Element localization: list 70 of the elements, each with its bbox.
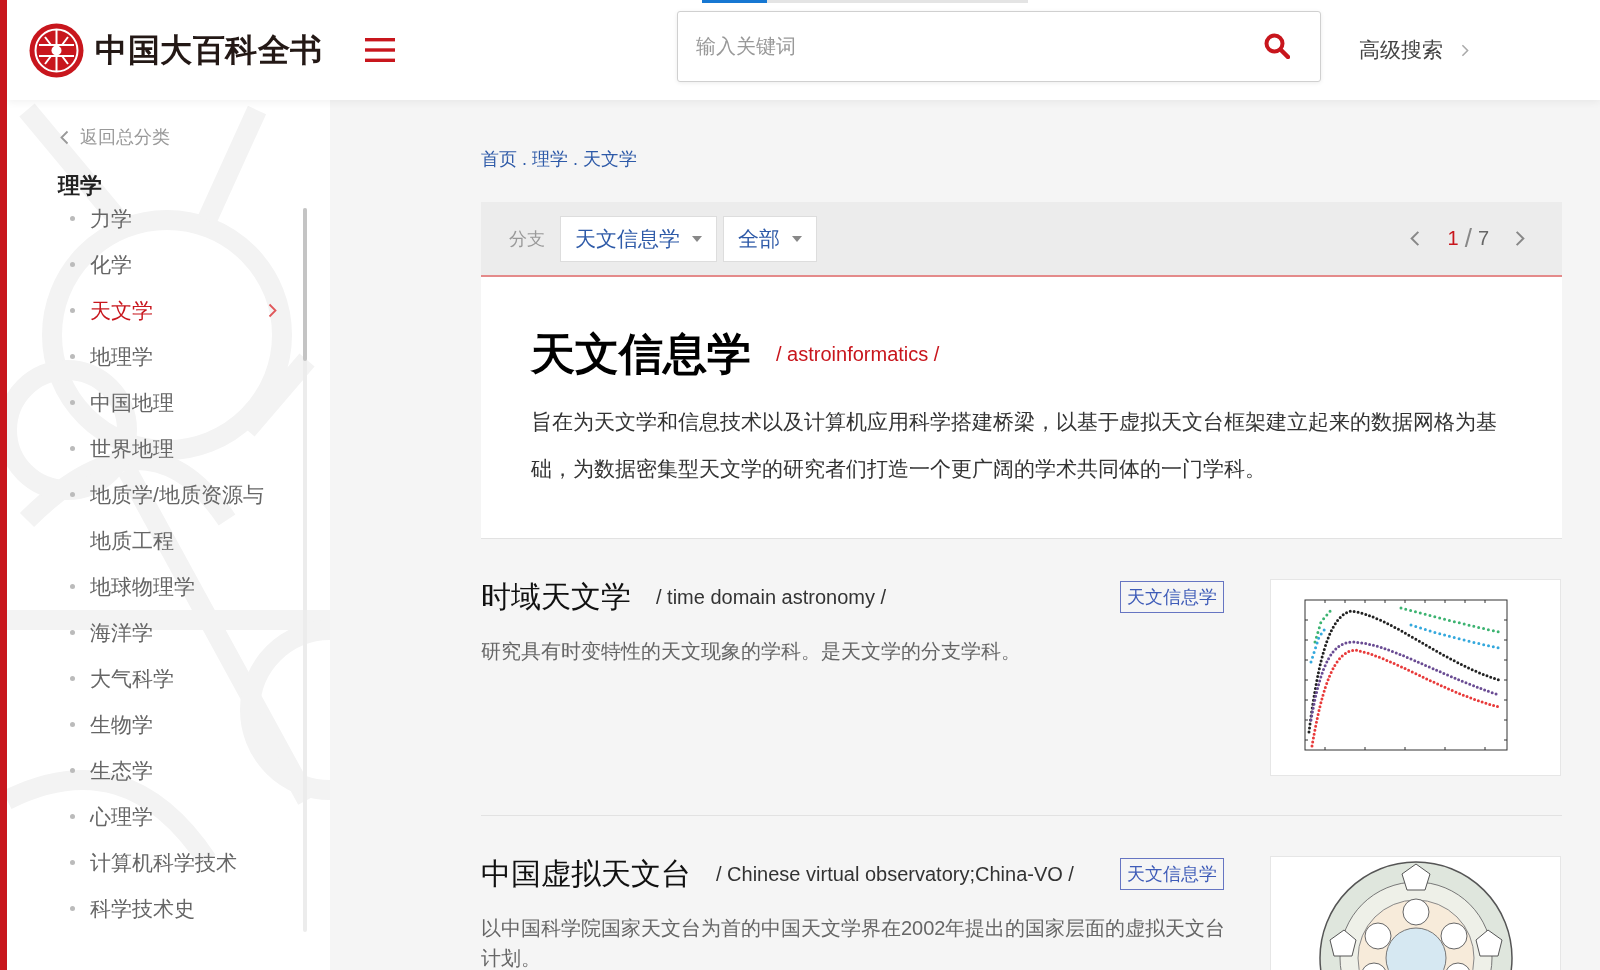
bullet-icon bbox=[70, 446, 75, 451]
bullet-icon bbox=[70, 354, 75, 359]
entry-title[interactable]: 中国虚拟天文台 bbox=[481, 854, 691, 894]
caret-down-icon bbox=[792, 235, 802, 242]
category-item[interactable]: 力学 bbox=[70, 196, 285, 242]
branch-dropdown[interactable]: 全部 bbox=[723, 215, 817, 262]
menu-button[interactable] bbox=[365, 38, 395, 62]
category-item[interactable]: 生态学 bbox=[70, 748, 285, 794]
chevron-left-icon bbox=[60, 129, 69, 145]
bullet-icon bbox=[70, 860, 75, 865]
scrollbar-thumb[interactable] bbox=[303, 208, 307, 361]
category-item[interactable]: 海洋学 bbox=[70, 610, 285, 656]
search-icon bbox=[1264, 33, 1290, 59]
entry-description: 研究具有时变特性的天文现象的学科。是天文学的分支学科。 bbox=[481, 639, 1022, 664]
bullet-icon bbox=[70, 584, 75, 589]
bullet-icon bbox=[70, 400, 75, 405]
chevron-right-icon bbox=[1515, 230, 1525, 247]
search-field[interactable]: 输入关键词 bbox=[677, 11, 1321, 82]
bullet-icon bbox=[70, 492, 75, 497]
bullet-icon bbox=[70, 722, 75, 727]
search-button[interactable] bbox=[1264, 33, 1290, 59]
feature-english-name: / astroinformatics / bbox=[776, 342, 940, 366]
logo-text: 中国大百科全书 bbox=[95, 31, 324, 70]
category-item[interactable]: 化学 bbox=[70, 242, 285, 288]
menu-icon bbox=[365, 38, 395, 62]
feature-title: 天文信息学 bbox=[531, 328, 751, 380]
caret-down-icon bbox=[692, 235, 702, 242]
branch-dropdown[interactable]: 天文信息学 bbox=[560, 215, 717, 262]
entry-title[interactable]: 时域天文学 bbox=[481, 577, 631, 617]
category-item[interactable]: 世界地理 bbox=[70, 426, 285, 472]
category-item[interactable]: 科学技术史 bbox=[70, 886, 285, 932]
category-item[interactable]: 地球物理学 bbox=[70, 564, 285, 610]
breadcrumb-separator: . bbox=[573, 148, 579, 171]
back-link[interactable]: 返回总分类 bbox=[60, 125, 170, 149]
bullet-icon bbox=[70, 308, 75, 313]
category-item[interactable]: 心理学 bbox=[70, 794, 285, 840]
page-separator: / bbox=[1464, 223, 1472, 254]
breadcrumb-separator: . bbox=[522, 148, 527, 171]
chevron-left-icon bbox=[1409, 230, 1420, 247]
logo-emblem-icon bbox=[29, 22, 84, 78]
breadcrumb-link[interactable]: 理学 bbox=[532, 147, 568, 171]
branch-label: 分支 bbox=[509, 227, 545, 251]
category-item[interactable]: 天文学 bbox=[70, 288, 285, 334]
category-item[interactable]: 计算机科学技术 bbox=[70, 840, 285, 886]
category-tag[interactable]: 天文信息学 bbox=[1120, 858, 1224, 890]
chevron-right-icon bbox=[268, 303, 277, 318]
bullet-icon bbox=[70, 676, 75, 681]
breadcrumb-link[interactable]: 首页 bbox=[481, 147, 517, 171]
category-heading: 理学 bbox=[58, 174, 102, 198]
feature-description: 旨在为天文学和信息技术以及计算机应用科学搭建桥梁，以基于虚拟天文台框架建立起来的数据网格为基础，为数据密集型天文学的研究者们打造一个更广阔的学术共同体的一门学科。 bbox=[531, 409, 1498, 482]
entry-english-name: / Chinese virtual observatory;China-VO / bbox=[716, 862, 1074, 886]
bullet-icon bbox=[70, 630, 75, 635]
advanced-search-link[interactable]: 高级搜索 bbox=[1359, 36, 1469, 64]
category-item[interactable]: 生物学 bbox=[70, 702, 285, 748]
entry-english-name: / time domain astronomy / bbox=[656, 585, 887, 609]
current-page: 1 bbox=[1447, 227, 1459, 250]
bullet-icon bbox=[70, 906, 75, 911]
bullet-icon bbox=[70, 768, 75, 773]
chevron-right-icon bbox=[1461, 43, 1469, 57]
category-item[interactable]: 地理学 bbox=[70, 334, 285, 380]
entry-description: 以中国科学院国家天文台为首的中国天文学界在2002年提出的国家层面的虚拟天文台计划。 bbox=[481, 916, 1227, 970]
bullet-icon bbox=[70, 262, 75, 267]
category-tag[interactable]: 天文信息学 bbox=[1120, 581, 1224, 613]
bullet-icon bbox=[70, 814, 75, 819]
breadcrumb-link[interactable]: 天文学 bbox=[583, 147, 638, 171]
category-item[interactable]: 中国地理 bbox=[70, 380, 285, 426]
category-item[interactable]: 大气科学 bbox=[70, 656, 285, 702]
category-item[interactable]: 地质学/地质资源与地质工程 bbox=[70, 472, 285, 564]
bullet-icon bbox=[70, 216, 75, 221]
total-pages: 7 bbox=[1477, 227, 1489, 250]
